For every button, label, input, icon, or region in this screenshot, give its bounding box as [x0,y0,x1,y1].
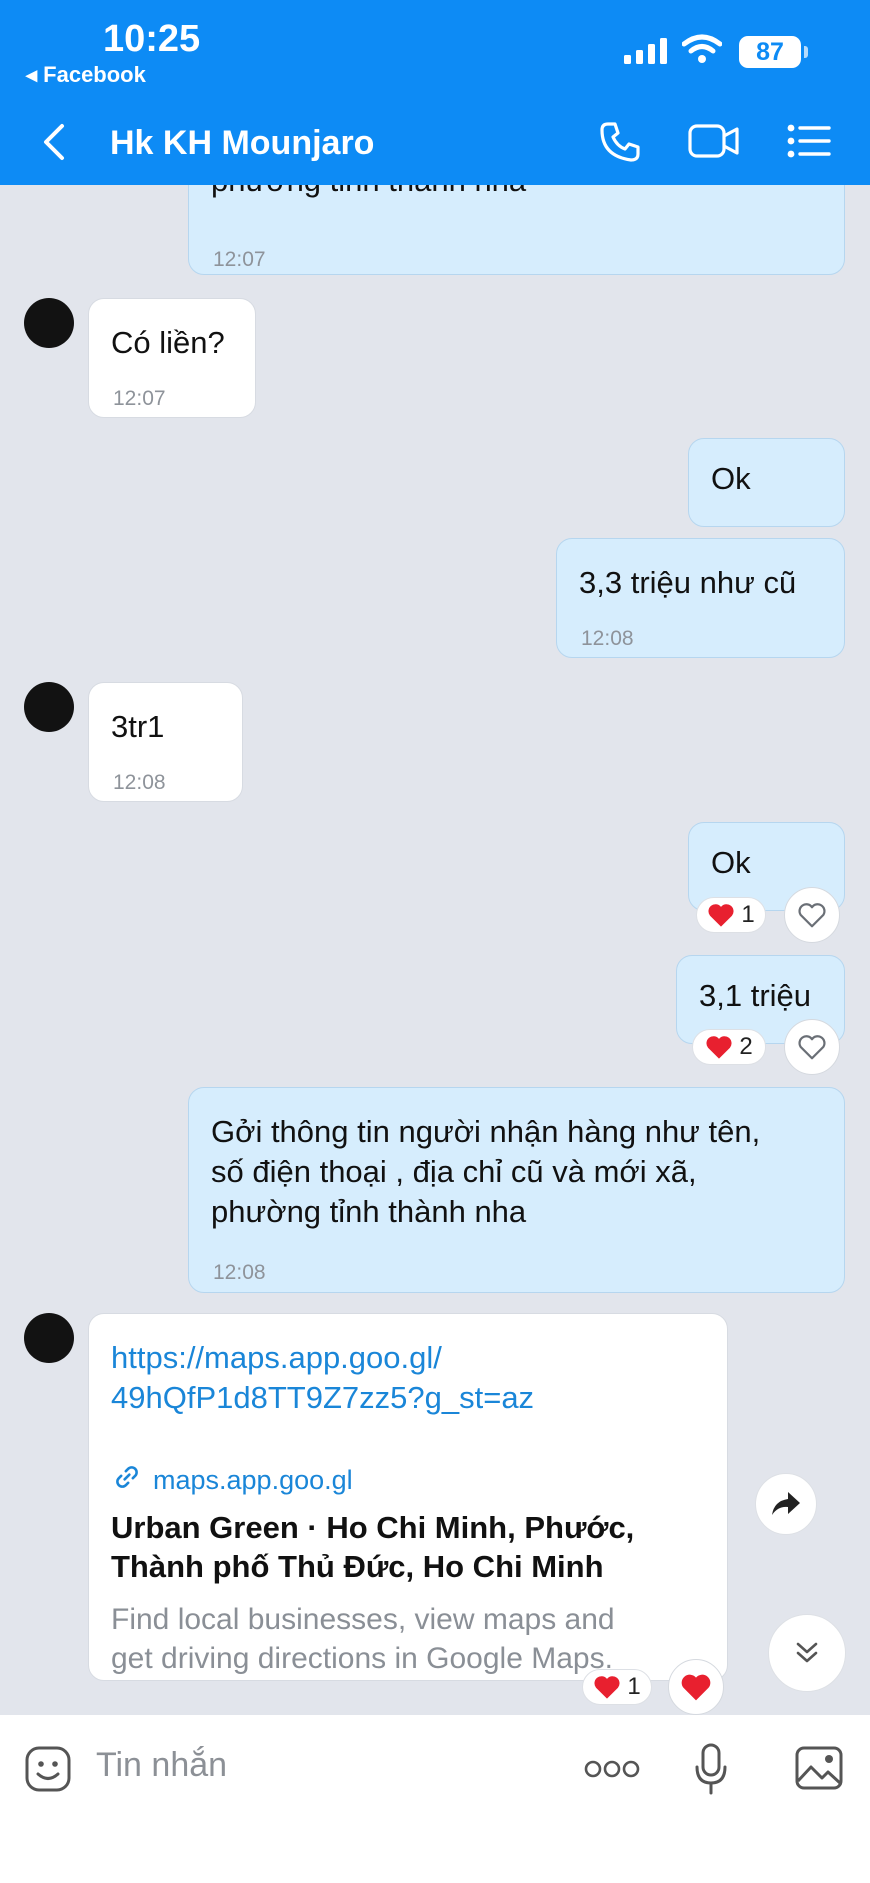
battery-indicator: 87 [739,36,801,68]
chat-header: 10:25 ◂ Facebook 87 Hk KH Mounjaro [0,0,870,185]
link-preview-desc-line: get driving directions in Google Maps. [111,1642,613,1675]
reaction-count: 1 [627,1673,641,1700]
reaction-summary[interactable]: 2 [692,1029,766,1065]
conversation-title[interactable]: Hk KH Mounjaro [110,124,374,163]
link-preview-desc-line: Find local businesses, view maps and [111,1603,615,1636]
my-message[interactable]: Gởi thông tin người nhận hàng như tên, s… [188,1087,845,1293]
heart-outline-icon [798,903,826,928]
message-text: 3,1 triệu [699,978,812,1013]
my-message[interactable]: phường tỉnh thành nha 12:07 [188,185,845,275]
message-time: 12:07 [113,387,166,410]
link-message[interactable]: https://maps.app.goo.gl/ 49hQfP1d8TT9Z7z… [88,1313,728,1681]
sticker-icon[interactable] [24,1745,72,1793]
my-message[interactable]: 3,3 triệu như cũ 12:08 [556,538,845,658]
more-dots-icon[interactable] [584,1759,640,1779]
message-text: Ok [711,461,751,496]
link-preview-title-line: Urban Green · Ho Chi Minh, Phước, [111,1510,635,1545]
status-time: 10:25 [103,18,201,60]
my-message[interactable]: Ok [688,438,845,527]
their-message[interactable]: 3tr1 12:08 [88,682,243,802]
share-arrow-icon [772,1492,800,1515]
image-icon[interactable] [794,1745,844,1791]
message-text: phường tỉnh thành nha [211,185,526,201]
reaction-summary[interactable]: 1 [582,1669,652,1705]
signal-icon [624,38,667,64]
message-time: 12:08 [213,1261,266,1284]
avatar[interactable] [24,298,74,348]
avatar[interactable] [24,1313,74,1363]
react-button[interactable] [784,1019,840,1075]
scroll-down-button[interactable] [768,1614,846,1692]
link-preview-domain[interactable]: maps.app.goo.gl [153,1460,353,1500]
message-line: số điện thoại , địa chỉ cũ và mới xã, [211,1154,697,1189]
heart-filled-icon [594,1676,620,1699]
message-time: 12:08 [581,627,634,650]
message-composer: Tin nhắn [0,1715,870,1883]
message-link-line[interactable]: https://maps.app.goo.gl/ [111,1338,705,1378]
avatar[interactable] [24,682,74,732]
message-link-line[interactable]: 49hQfP1d8TT9Z7zz5?g_st=az [111,1378,705,1418]
heart-filled-icon [681,1674,711,1701]
back-to-app-link[interactable]: ◂ Facebook [26,62,146,88]
react-button[interactable] [668,1659,724,1715]
message-text: 3,3 triệu như cũ [579,565,797,600]
heart-filled-icon [706,1036,732,1059]
message-time: 12:07 [213,248,266,271]
their-message[interactable]: Có liền? 12:07 [88,298,256,418]
back-chevron-icon[interactable] [40,122,70,162]
message-text: Ok [711,845,751,880]
message-text: 3tr1 [111,709,165,744]
message-input[interactable]: Tin nhắn [96,1746,227,1785]
heart-outline-icon [798,1035,826,1060]
react-button[interactable] [784,887,840,943]
message-line: phường tỉnh thành nha [211,1194,527,1229]
reaction-count: 2 [739,1033,753,1060]
microphone-icon[interactable] [694,1743,728,1795]
reaction-count: 1 [741,901,755,928]
video-call-icon[interactable] [688,122,740,160]
link-preview-title-line: Thành phố Thủ Đức, Ho Chi Minh [111,1549,604,1584]
heart-filled-icon [708,904,734,927]
battery-tip [804,46,808,58]
share-button[interactable] [755,1473,817,1535]
message-text: Có liền? [111,325,225,360]
chevron-double-down-icon [796,1642,818,1663]
link-icon [116,1466,138,1488]
message-list[interactable]: phường tỉnh thành nha 12:07 Có liền? 12:… [0,185,870,1715]
reaction-summary[interactable]: 1 [696,897,766,933]
menu-list-icon[interactable] [786,122,832,160]
message-time: 12:08 [113,771,166,794]
phone-icon[interactable] [598,120,642,164]
message-line: Gởi thông tin người nhận hàng như tên, [211,1114,761,1149]
wifi-icon [682,34,722,63]
